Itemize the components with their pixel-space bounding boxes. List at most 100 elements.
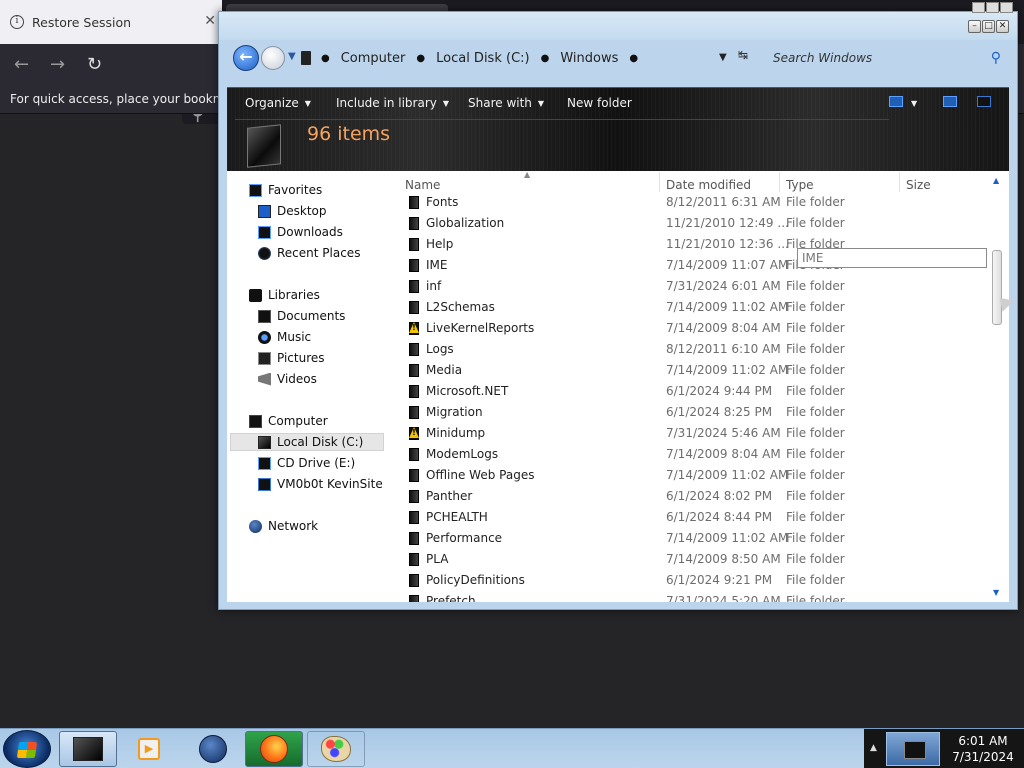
rename-input[interactable]: IME: [797, 248, 987, 268]
nav-network[interactable]: Network: [249, 519, 318, 533]
table-row[interactable]: ModemLogs 7/14/2009 8:04 AM File folder: [399, 444, 987, 465]
file-date: 7/14/2009 11:02 AM: [666, 363, 789, 377]
help-icon[interactable]: [977, 96, 991, 107]
back-button[interactable]: ←: [233, 45, 259, 71]
taskbar-media-player[interactable]: ▶: [120, 731, 178, 767]
table-row[interactable]: Minidump 7/31/2024 5:46 AM File folder: [399, 423, 987, 444]
new-folder-button[interactable]: New folder: [567, 96, 632, 110]
breadcrumb-windows[interactable]: Windows: [560, 51, 618, 66]
table-row[interactable]: L2Schemas 7/14/2009 11:02 AM File folder: [399, 297, 987, 318]
include-in-library-button[interactable]: Include in library ▼: [336, 96, 449, 110]
taskbar-browser[interactable]: [184, 731, 242, 767]
address-dropdown-icon[interactable]: ▼: [719, 52, 727, 63]
table-row[interactable]: Logs 8/12/2011 6:10 AM File folder: [399, 339, 987, 360]
chevron-right-icon[interactable]: ●: [416, 53, 425, 64]
chevron-down-icon: ▼: [304, 99, 311, 108]
start-button[interactable]: [3, 730, 51, 768]
back-arrow-icon[interactable]: ←: [14, 54, 29, 75]
taskbar-paint[interactable]: [307, 731, 365, 767]
table-row[interactable]: LiveKernelReports 7/14/2009 8:04 AM File f…: [399, 318, 987, 339]
table-row[interactable]: PCHEALTH 6/1/2024 8:44 PM File folder: [399, 507, 987, 528]
file-type: File folder: [786, 594, 845, 602]
clock[interactable]: 6:01 AM 7/31/2024: [944, 733, 1022, 765]
items-count: 96 items: [307, 123, 391, 145]
table-row[interactable]: Panther 6/1/2024 8:02 PM File folder: [399, 486, 987, 507]
nav-favorites[interactable]: Favorites: [249, 183, 322, 197]
libraries-icon: [249, 288, 262, 302]
table-row[interactable]: Prefetch 7/31/2024 5:20 AM File folder: [399, 591, 987, 602]
nav-cd-drive[interactable]: CD Drive (E:): [258, 456, 355, 470]
paint-palette-icon: [321, 736, 351, 762]
table-row[interactable]: Media 7/14/2009 11:02 AM File folder: [399, 360, 987, 381]
table-row[interactable]: Microsoft.NET 6/1/2024 9:44 PM File folder: [399, 381, 987, 402]
taskbar-firefox[interactable]: [245, 731, 303, 767]
folder-details-icon: [247, 124, 281, 168]
nav-videos[interactable]: Videos: [258, 372, 317, 386]
network-status-icon[interactable]: [886, 732, 940, 766]
file-name: Offline Web Pages: [426, 468, 535, 482]
table-row[interactable]: Offline Web Pages 7/14/2009 11:02 AM File …: [399, 465, 987, 486]
nav-desktop[interactable]: Desktop: [258, 204, 327, 218]
search-input[interactable]: Search Windows ⚲: [767, 46, 1007, 70]
minimize-icon[interactable]: –: [968, 20, 981, 33]
organize-button[interactable]: Organize ▼: [245, 96, 311, 110]
table-row[interactable]: Globalization 11/21/2010 12:49 ... File fo…: [399, 213, 987, 234]
nav-music[interactable]: Music: [258, 330, 311, 344]
preview-pane-icon[interactable]: [943, 96, 957, 107]
taskbar: ▶ ▲ 6:01 AM 7/31/2024: [0, 728, 1024, 768]
chevron-right-icon[interactable]: ●: [541, 53, 550, 64]
breadcrumb-computer[interactable]: Computer: [341, 51, 406, 66]
column-header-size[interactable]: Size: [906, 178, 931, 192]
file-name: PolicyDefinitions: [426, 573, 525, 587]
nav-local-disk[interactable]: Local Disk (C:): [230, 433, 384, 451]
forward-button[interactable]: [261, 46, 285, 70]
column-header-type[interactable]: Type: [786, 178, 814, 192]
view-options-dropdown-icon[interactable]: ▼: [911, 99, 917, 108]
show-hidden-icons-icon[interactable]: ▲: [870, 743, 877, 753]
file-type: File folder: [786, 384, 845, 398]
table-row[interactable]: Migration 6/1/2024 8:25 PM File folder: [399, 402, 987, 423]
file-name: PCHEALTH: [426, 510, 488, 524]
recent-pages-dropdown-icon[interactable]: ▼: [288, 51, 296, 62]
search-icon[interactable]: ⚲: [991, 50, 1001, 66]
file-date: 8/12/2011 6:10 AM: [666, 342, 781, 356]
tab-restore-session[interactable]: i Restore Session ✕: [0, 0, 222, 44]
nav-documents[interactable]: Documents: [258, 309, 345, 323]
address-bar[interactable]: ● Computer ● Local Disk (C:) ● Windows ●: [301, 46, 749, 70]
close-icon[interactable]: ✕: [996, 20, 1009, 33]
file-date: 8/12/2011 6:31 AM: [666, 195, 781, 209]
table-row[interactable]: PLA 7/14/2009 8:50 AM File folder: [399, 549, 987, 570]
scroll-thumb[interactable]: [992, 250, 1002, 325]
search-placeholder: Search Windows: [773, 51, 873, 65]
chevron-right-icon[interactable]: ●: [629, 53, 638, 64]
table-row[interactable]: PolicyDefinitions 6/1/2024 9:21 PM File fo…: [399, 570, 987, 591]
title-bar[interactable]: [219, 12, 1017, 40]
nav-pictures[interactable]: Pictures: [258, 351, 325, 365]
nav-recent-places[interactable]: Recent Places: [258, 246, 360, 260]
nav-libraries[interactable]: Libraries: [249, 288, 320, 302]
column-header-date-modified[interactable]: Date modified: [666, 178, 751, 192]
share-with-button[interactable]: Share with ▼: [468, 96, 544, 110]
scroll-up-icon[interactable]: ▲: [993, 176, 999, 185]
table-row[interactable]: Fonts 8/12/2011 6:31 AM File folder: [399, 192, 987, 213]
file-date: 7/14/2009 11:02 AM: [666, 300, 789, 314]
breadcrumb-local-disk[interactable]: Local Disk (C:): [436, 51, 529, 66]
vertical-scrollbar[interactable]: ▲ ▼: [987, 171, 1009, 602]
table-row[interactable]: inf 7/31/2024 6:01 AM File folder: [399, 276, 987, 297]
forward-arrow-icon[interactable]: →: [50, 54, 65, 75]
taskbar-explorer[interactable]: [59, 731, 117, 767]
explorer-icon: [73, 737, 103, 761]
reload-icon[interactable]: ↻: [87, 54, 102, 75]
table-row[interactable]: Performance 7/14/2009 11:02 AM File folder: [399, 528, 987, 549]
chevron-right-icon[interactable]: ●: [321, 53, 330, 64]
maximize-icon[interactable]: □: [982, 20, 995, 33]
nav-computer[interactable]: Computer: [249, 414, 328, 428]
nav-downloads[interactable]: Downloads: [258, 225, 343, 239]
nav-vm-share[interactable]: VM0b0t KevinSite: [258, 477, 383, 491]
scroll-down-icon[interactable]: ▼: [993, 588, 999, 597]
refresh-icon[interactable]: ↹: [738, 48, 748, 62]
column-header-name[interactable]: Name: [405, 178, 440, 192]
close-tab-icon[interactable]: ✕: [204, 13, 216, 29]
change-view-icon[interactable]: [889, 96, 903, 107]
folder-icon: [409, 280, 419, 293]
